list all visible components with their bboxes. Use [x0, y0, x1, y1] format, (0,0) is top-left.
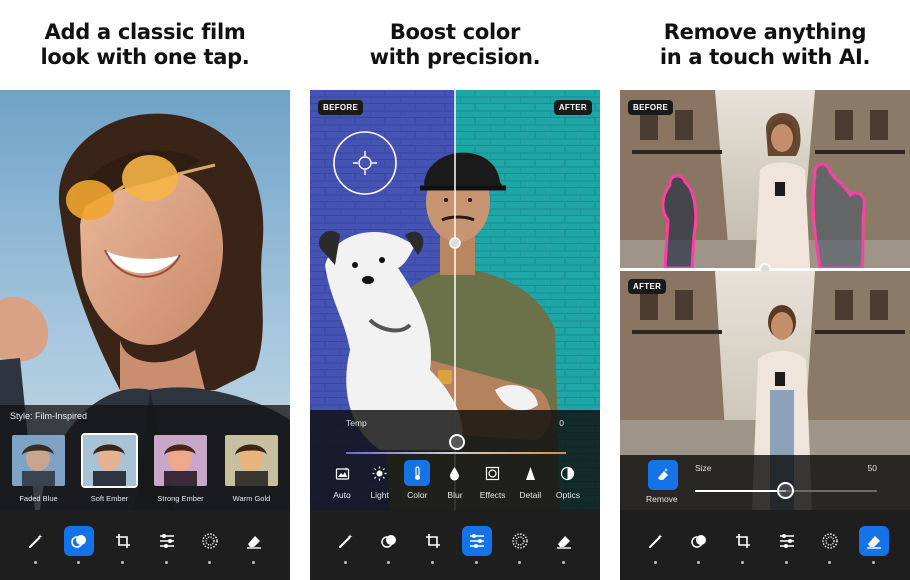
- adjust-tabs: Auto Light Color Blur Effects Detail Opt…: [324, 460, 586, 500]
- detail-icon: [517, 460, 543, 486]
- size-slider-fill: [695, 490, 786, 492]
- vignette-icon[interactable]: [505, 526, 535, 564]
- auto-icon: [329, 460, 355, 486]
- panel-film-presets: Add a classic film look with one tap. St…: [0, 0, 290, 580]
- adjust-tab-detail[interactable]: Detail: [512, 460, 548, 500]
- portrait-photo: Style: Film-Inspired Faded Blue Soft Emb…: [0, 90, 290, 510]
- temp-value: 0: [559, 418, 564, 428]
- remove-panel: Remove Size 50: [620, 455, 910, 510]
- adjust-tab-label: Light: [370, 490, 389, 500]
- after-badge: AFTER: [553, 100, 592, 115]
- preset-thumbnail-image: [152, 433, 209, 488]
- preset-soft-ember[interactable]: Soft Ember: [81, 433, 138, 503]
- adjust-sliders-icon[interactable]: [152, 526, 182, 564]
- vignette-icon[interactable]: [815, 526, 845, 564]
- eraser-icon[interactable]: [239, 526, 269, 564]
- bottom-toolbar: [0, 510, 290, 580]
- remove-button[interactable]: [648, 460, 678, 490]
- bottom-toolbar: [620, 510, 910, 580]
- droplet-icon: [442, 460, 468, 486]
- presets-icon[interactable]: [64, 526, 95, 564]
- headline: Add a classic film look with one tap.: [40, 19, 250, 69]
- temp-label: Temp: [346, 418, 367, 428]
- preset-strong-ember[interactable]: Strong Ember: [152, 433, 209, 503]
- adjust-tab-auto[interactable]: Auto: [324, 460, 360, 500]
- size-value: 50: [867, 463, 877, 473]
- size-slider-knob[interactable]: [777, 482, 794, 499]
- optics-icon: [555, 460, 581, 486]
- crop-icon[interactable]: [728, 526, 758, 564]
- adjust-tab-label: Optics: [555, 490, 580, 500]
- bottom-toolbar: [310, 510, 600, 580]
- sun-icon: [367, 460, 393, 486]
- preset-thumbnail-image: [10, 433, 67, 488]
- before-badge: BEFORE: [318, 100, 364, 115]
- preset-name: Strong Ember: [157, 494, 204, 503]
- thermometer-icon: [404, 460, 431, 486]
- eraser-icon[interactable]: [549, 526, 579, 564]
- adjust-sliders-icon[interactable]: [772, 526, 802, 564]
- magic-wand-icon[interactable]: [21, 526, 51, 564]
- preset-name: Soft Ember: [90, 494, 129, 503]
- adjust-tab-light[interactable]: Light: [362, 460, 398, 500]
- street-photo: BEFORE AFTER Remove Size 50: [620, 90, 910, 510]
- magic-wand-icon[interactable]: [331, 526, 361, 564]
- size-label: Size: [695, 463, 712, 473]
- preset-faded-blue[interactable]: Faded Blue: [10, 433, 67, 503]
- preset-thumbnails: Faded Blue Soft Ember Strong Ember Warm …: [10, 433, 280, 503]
- magic-wand-icon[interactable]: [641, 526, 671, 564]
- panel-color-adjust: Boost color with precision. BEFORE AFTER…: [310, 0, 600, 580]
- eraser-icon[interactable]: [859, 526, 890, 564]
- preset-name: Warm Gold: [232, 494, 271, 503]
- panel-remove-tool: Remove anything in a touch with AI. BEFO…: [620, 0, 910, 580]
- vignette-icon[interactable]: [195, 526, 225, 564]
- eraser-sparkle-icon: [658, 468, 668, 480]
- adjust-sliders-icon[interactable]: [461, 526, 492, 564]
- headline: Remove anything in a touch with AI.: [659, 19, 871, 69]
- preset-warm-gold[interactable]: Warm Gold: [223, 433, 280, 503]
- adjust-tab-effects[interactable]: Effects: [475, 460, 511, 500]
- adjust-tab-label: Color: [407, 490, 428, 500]
- adjust-tab-label: Detail: [519, 490, 542, 500]
- presets-icon[interactable]: [374, 526, 404, 564]
- before-after-street-photo: [620, 90, 910, 510]
- adjust-tab-label: Blur: [447, 490, 463, 500]
- preset-thumbnail-image: [223, 433, 280, 488]
- adjust-tab-blur[interactable]: Blur: [437, 460, 473, 500]
- preset-thumbnail-image: [81, 433, 138, 488]
- adjust-panel: Temp 0 Auto Light Color Blur Effects Det…: [310, 410, 600, 510]
- crop-icon[interactable]: [108, 526, 138, 564]
- remove-label: Remove: [646, 494, 678, 504]
- presets-icon[interactable]: [684, 526, 714, 564]
- preset-name: Faded Blue: [19, 494, 58, 503]
- temp-slider-knob[interactable]: [449, 434, 465, 450]
- adjust-tab-label: Auto: [333, 490, 351, 500]
- adjust-tab-label: Effects: [479, 490, 506, 500]
- effects-icon: [480, 460, 506, 486]
- styles-strip: Style: Film-Inspired Faded Blue Soft Emb…: [0, 405, 290, 510]
- adjust-tab-optics[interactable]: Optics: [550, 460, 586, 500]
- headline: Boost color with precision.: [369, 19, 541, 69]
- crop-icon[interactable]: [418, 526, 448, 564]
- adjust-tab-color[interactable]: Color: [399, 460, 435, 500]
- before-badge: BEFORE: [628, 100, 674, 115]
- man-with-dog-photo: BEFORE AFTER Temp 0 Auto Light Color Blu…: [310, 90, 600, 510]
- app-store-screenshots: Add a classic film look with one tap. St…: [0, 0, 910, 580]
- after-badge: AFTER: [628, 279, 667, 294]
- style-label: Style: Film-Inspired: [10, 411, 88, 421]
